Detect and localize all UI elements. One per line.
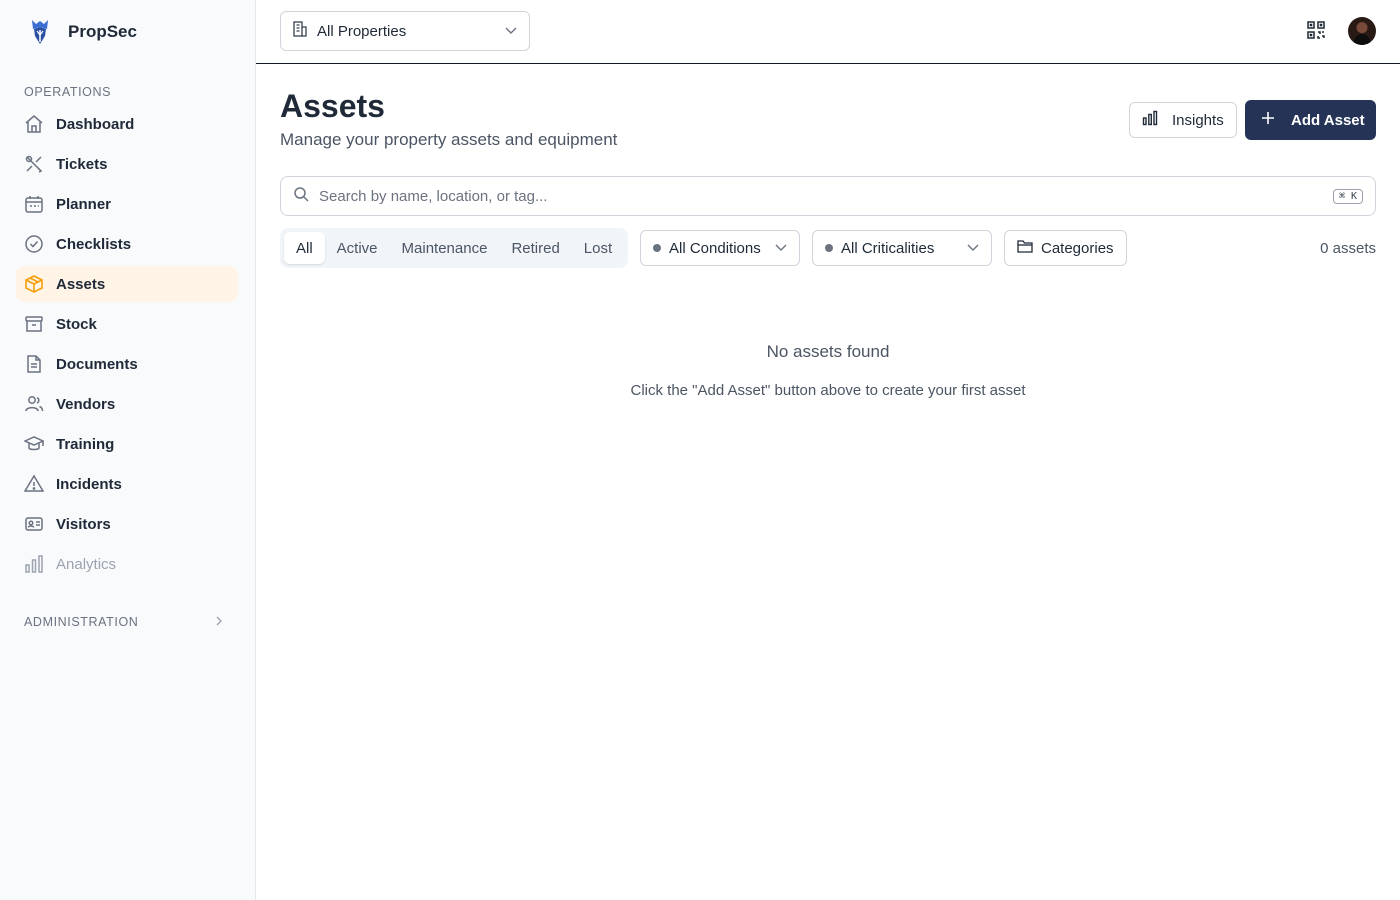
warning-icon: [24, 474, 44, 494]
sidebar-item-assets[interactable]: Assets: [16, 266, 238, 302]
chevron-down-icon: [775, 239, 787, 257]
categories-button-label: Categories: [1041, 239, 1114, 257]
sidebar-item-label: Checklists: [56, 235, 132, 253]
users-icon: [24, 394, 44, 414]
calendar-icon: [24, 194, 44, 214]
sidebar-item-vendors[interactable]: Vendors: [16, 386, 238, 422]
search-icon: [293, 186, 309, 207]
sidebar-item-label: Analytics: [56, 555, 117, 573]
sidebar: PropSec OPERATIONS Dashboard Tickets Pla…: [0, 0, 256, 900]
categories-button[interactable]: Categories: [1004, 230, 1127, 266]
archive-icon: [24, 314, 44, 334]
sidebar-item-label: Tickets: [56, 155, 108, 173]
asset-count: 0 assets: [1320, 240, 1376, 257]
tab-active[interactable]: Active: [325, 232, 390, 264]
status-dot-icon: [653, 244, 661, 252]
search-input[interactable]: [319, 187, 1333, 205]
avatar[interactable]: [1348, 17, 1376, 45]
graduation-cap-icon: [24, 434, 44, 454]
property-select-value: All Properties: [317, 22, 407, 40]
conditions-dropdown[interactable]: All Conditions: [640, 230, 800, 266]
qr-code-button[interactable]: [1306, 20, 1330, 44]
sidebar-item-label: Planner: [56, 195, 112, 213]
sidebar-item-label: Documents: [56, 355, 138, 373]
sidebar-item-incidents[interactable]: Incidents: [16, 466, 238, 502]
sidebar-item-label: Vendors: [56, 395, 116, 413]
home-icon: [24, 114, 44, 134]
bar-chart-icon: [1142, 110, 1158, 131]
id-card-icon: [24, 514, 44, 534]
sidebar-nav: Dashboard Tickets Planner Checklists Ass…: [16, 106, 238, 586]
status-dot-icon: [825, 244, 833, 252]
page-subtitle: Manage your property assets and equipmen…: [280, 130, 618, 149]
insights-button[interactable]: Insights: [1129, 102, 1237, 138]
app-name: PropSec: [68, 22, 137, 41]
chevron-right-icon: [214, 613, 224, 631]
top-bar: All Properties: [256, 0, 1400, 64]
check-circle-icon: [24, 234, 44, 254]
tools-icon: [24, 154, 44, 174]
tab-lost[interactable]: Lost: [572, 232, 624, 264]
sidebar-item-stock[interactable]: Stock: [16, 306, 238, 342]
empty-state-title: No assets found: [766, 342, 890, 361]
administration-section-toggle[interactable]: ADMINISTRATION: [24, 612, 224, 632]
tab-retired[interactable]: Retired: [499, 232, 571, 264]
chevron-down-icon: [505, 22, 517, 40]
plus-icon: [1261, 111, 1275, 130]
sidebar-item-label: Dashboard: [56, 115, 135, 133]
sidebar-item-checklists[interactable]: Checklists: [16, 226, 238, 262]
sidebar-item-visitors[interactable]: Visitors: [16, 506, 238, 542]
criticalities-dropdown[interactable]: All Criticalities: [812, 230, 992, 266]
sidebar-item-tickets[interactable]: Tickets: [16, 146, 238, 182]
sidebar-item-training[interactable]: Training: [16, 426, 238, 462]
brand[interactable]: PropSec: [28, 16, 137, 48]
tab-maintenance[interactable]: Maintenance: [390, 232, 500, 264]
tab-all[interactable]: All: [284, 232, 325, 264]
sidebar-item-label: Stock: [56, 315, 97, 333]
building-icon: [293, 20, 307, 42]
keyboard-shortcut-badge: ⌘ K: [1332, 188, 1363, 204]
insights-button-label: Insights: [1172, 111, 1224, 129]
chevron-down-icon: [967, 239, 979, 257]
sidebar-item-label: Training: [56, 435, 115, 453]
sidebar-item-label: Assets: [56, 275, 106, 293]
page-title: Assets: [280, 88, 385, 124]
document-icon: [24, 354, 44, 374]
folder-icon: [1017, 239, 1033, 258]
search-bar: ⌘ K: [280, 176, 1376, 216]
add-asset-button-label: Add Asset: [1291, 111, 1365, 129]
box-icon: [24, 274, 44, 294]
bar-chart-icon: [24, 554, 44, 574]
sidebar-item-documents[interactable]: Documents: [16, 346, 238, 382]
criticalities-dropdown-value: All Criticalities: [841, 239, 935, 257]
conditions-dropdown-value: All Conditions: [669, 239, 761, 257]
administration-section-title: ADMINISTRATION: [24, 615, 139, 629]
operations-section-title: OPERATIONS: [24, 85, 112, 99]
sidebar-item-dashboard[interactable]: Dashboard: [16, 106, 238, 142]
add-asset-button[interactable]: Add Asset: [1245, 100, 1376, 140]
propsec-logo-icon: [28, 17, 52, 47]
empty-state-message: Click the "Add Asset" button above to cr…: [630, 382, 1026, 399]
property-select[interactable]: All Properties: [280, 11, 530, 51]
sidebar-item-label: Visitors: [56, 515, 111, 533]
sidebar-item-planner[interactable]: Planner: [16, 186, 238, 222]
sidebar-item-analytics[interactable]: Analytics: [16, 546, 238, 582]
status-tabs: All Active Maintenance Retired Lost: [280, 228, 629, 268]
qr-code-icon: [1306, 21, 1326, 44]
sidebar-item-label: Incidents: [56, 475, 122, 493]
